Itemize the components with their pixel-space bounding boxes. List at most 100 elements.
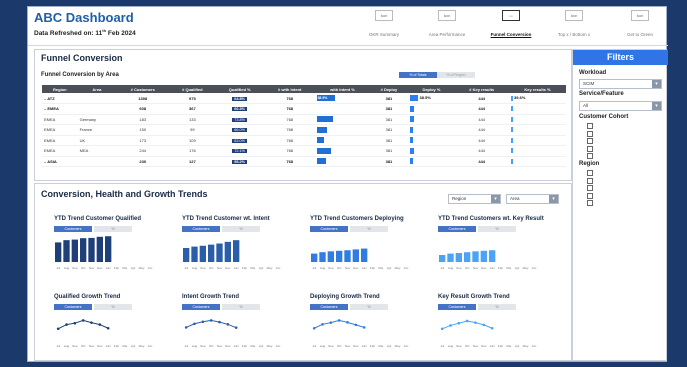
tab-percent[interactable]: %	[478, 304, 516, 310]
tab-customers[interactable]: Customers	[438, 226, 476, 232]
region-checkbox[interactable]	[587, 177, 593, 184]
nav-okr-summary[interactable]: Icon OKR Summary	[356, 10, 412, 37]
cohort-checkbox[interactable]	[587, 153, 593, 159]
cohort-checkbox[interactable]	[587, 123, 593, 129]
toggle-pct-totals[interactable]: % of Totals	[399, 72, 437, 78]
deploy-bar	[410, 105, 415, 112]
cell-intent: 768	[263, 93, 316, 104]
trend-chart: Deploying Growth Trend Customers% Jul Aug Se…	[310, 294, 425, 349]
cell-intent: 768	[263, 156, 316, 167]
cell-key: 444	[454, 93, 509, 104]
deploy-bar	[410, 137, 414, 144]
nav-top-x-bottom-x[interactable]: Icon Top x / Bottom x	[546, 10, 602, 37]
region-checkbox[interactable]	[587, 170, 593, 176]
chart-svg: Jul Aug Sep Oct Nov Dec Jan Feb Mar Apr May Jun	[439, 250, 537, 270]
region-checkbox[interactable]	[587, 185, 593, 191]
tab-percent[interactable]: %	[222, 226, 260, 232]
qualified-pct-badge: 60.3%	[232, 107, 248, 112]
nav-get-to-green[interactable]: Icon Get to Green	[612, 10, 668, 37]
nav-funnel-conversion[interactable]: ▭ Funnel Conversion	[483, 10, 539, 37]
region-checkbox[interactable]	[587, 192, 593, 199]
tab-percent[interactable]: %	[94, 226, 132, 232]
chart-title: YTD Trend Customers wt. Key Result	[438, 216, 544, 222]
tick-label: May	[139, 266, 145, 270]
cell-deploy: 381	[369, 145, 409, 157]
tick-label: Apr	[387, 344, 392, 348]
point	[65, 323, 68, 326]
key-bar	[510, 137, 513, 143]
tick-label: May	[267, 344, 273, 348]
table-row[interactable]: EMEA MEA 244 176 72.1% 768 381 444	[42, 145, 566, 157]
tab-customers[interactable]: Customers	[182, 226, 220, 232]
tick-label: Apr	[515, 266, 520, 270]
cohort-checkbox[interactable]	[587, 130, 593, 137]
tick-label: Jun	[403, 266, 408, 270]
cohort-checkbox[interactable]	[587, 145, 593, 152]
nav-label: Top x / Bottom x	[557, 32, 591, 37]
tick-label: Mar	[506, 266, 511, 270]
tick-label: Dec	[353, 266, 359, 270]
table-row[interactable]: – ATZ 1308 975 64.8% 768 38.9% 381 38.5% 444 39…	[42, 93, 566, 104]
cell-customers: 230	[116, 156, 170, 167]
cell-deploy-pct	[408, 156, 455, 167]
region-filter-label: Region	[579, 161, 600, 167]
cohort-checkbox[interactable]	[587, 138, 593, 144]
region-checkbox[interactable]	[587, 200, 593, 206]
bar	[327, 251, 334, 262]
table-row[interactable]: EMEA Germany 183 133 73.8% 768 381 444	[42, 114, 566, 125]
cell-key-pct	[508, 114, 566, 125]
cell-key-pct	[508, 103, 566, 115]
point	[193, 322, 196, 326]
tab-customers[interactable]: Customers	[54, 226, 92, 232]
tab-percent[interactable]: %	[350, 304, 388, 310]
trend-chart: YTD Trend Customer Qualified Customers% Ju…	[54, 216, 169, 271]
tick-label: Feb	[242, 266, 248, 270]
column-header: Qualified %	[215, 85, 264, 93]
tab-percent[interactable]: %	[222, 304, 260, 310]
cell-deploy: 381	[369, 103, 409, 115]
cell-region: EMEA	[42, 135, 78, 146]
tick-label: Mar	[250, 344, 255, 348]
table-row[interactable]: EMEA France 150 99 66.0% 768 381 444	[42, 124, 566, 136]
tick-label: May	[523, 266, 529, 270]
tick-label: Aug	[320, 266, 326, 270]
tick-label: Feb	[498, 344, 504, 348]
toggle-pct-region[interactable]: % of Region	[437, 72, 475, 78]
funnel-table: Region Area # Customers # Qualified Qualifie…	[42, 85, 566, 167]
tab-percent[interactable]: %	[350, 226, 388, 232]
bar	[183, 248, 190, 262]
tick-label: Dec	[97, 266, 103, 270]
tick-label: Oct	[337, 344, 342, 348]
area-select[interactable]: Area ▾	[506, 194, 559, 204]
deploy-pct-value: 38.5%	[418, 95, 431, 101]
tab-customers[interactable]: Customers	[54, 304, 92, 310]
point	[457, 321, 461, 325]
tick-label: Apr	[131, 266, 136, 270]
cell-intent-pct	[315, 135, 370, 146]
table-row[interactable]: – ASIA 230 127 55.2% 768 381 444	[42, 156, 566, 167]
cell-key: 444	[454, 145, 509, 157]
tick-label: Mar	[378, 266, 383, 270]
service-select[interactable]: All ▾	[579, 101, 662, 111]
tab-customers[interactable]: Customers	[310, 304, 348, 310]
tab-percent[interactable]: %	[478, 226, 516, 232]
point	[218, 320, 221, 324]
region-name: EMEA	[44, 148, 56, 154]
table-row[interactable]: – EMEA 608 367 60.3% 768 381 444	[42, 103, 566, 115]
tab-customers[interactable]: Customers	[182, 304, 220, 310]
point	[56, 327, 60, 331]
cell-customers: 183	[116, 114, 170, 125]
tick-label: Feb	[114, 266, 120, 270]
tab-percent[interactable]: %	[94, 304, 132, 310]
tab-customers[interactable]: Customers	[310, 226, 348, 232]
chart-svg: Jul Aug Sep Oct Nov Dec Jan Feb Mar Apr May Jun	[56, 319, 153, 348]
cell-deploy: 381	[369, 93, 409, 104]
nav-area-performance[interactable]: Icon Area Performance	[419, 10, 475, 37]
tick-label: Jun	[275, 266, 280, 270]
table-row[interactable]: EMEA UK 173 109 63.0% 768 381 444	[42, 135, 566, 146]
tab-customers[interactable]: Customers	[438, 304, 476, 310]
tick-label: Sep	[200, 266, 206, 270]
region-select[interactable]: Region ▾	[448, 194, 501, 204]
cell-intent-pct	[315, 124, 370, 136]
workload-select[interactable]: SCIM ▾	[579, 79, 662, 89]
